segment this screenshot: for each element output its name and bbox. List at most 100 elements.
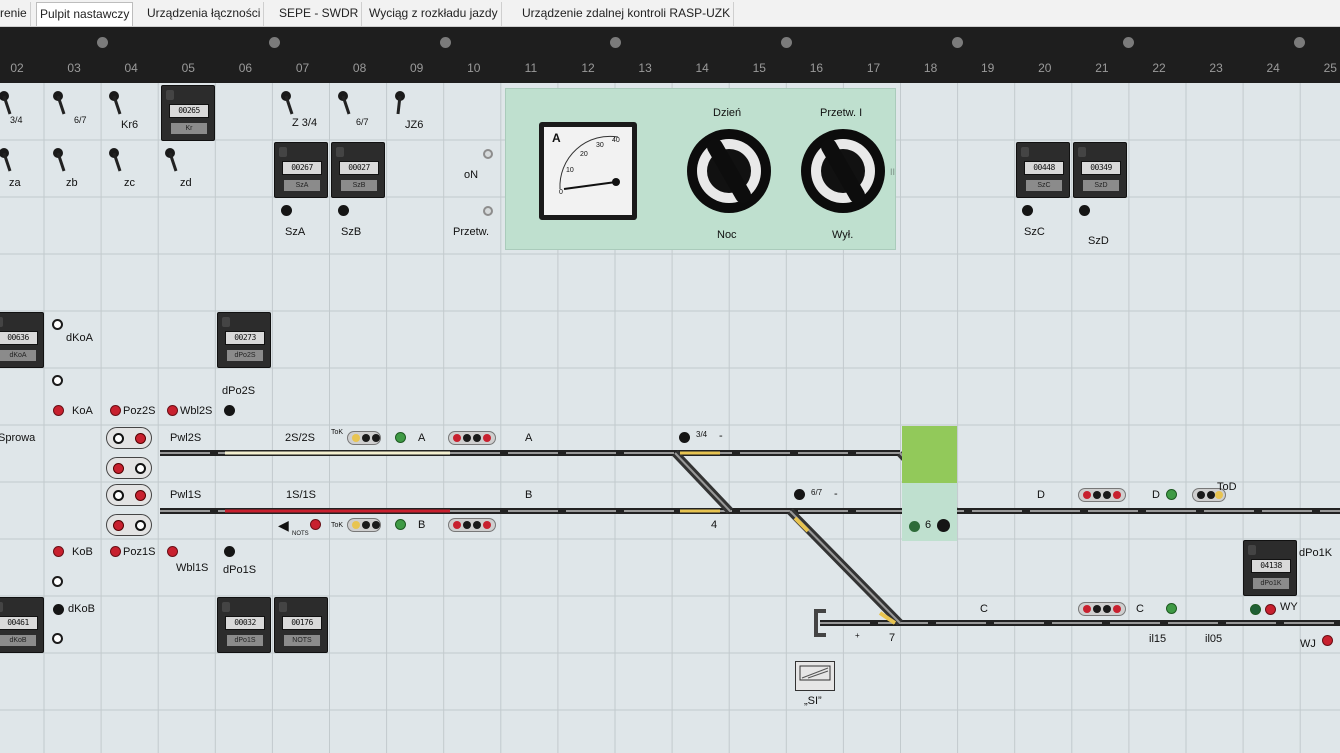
wy-red-indicator — [1265, 604, 1276, 615]
tab-pulpit-nastawczy[interactable]: Pulpit nastawczy — [36, 2, 134, 26]
on-label: oN — [464, 169, 479, 181]
counter-nots[interactable]: 00176 NOTS — [274, 597, 328, 653]
counter-dpo1s[interactable]: 00032 dPo1S — [217, 597, 271, 653]
pwl1s-label: Pwl1S — [170, 489, 202, 501]
column-number: 03 — [67, 61, 81, 75]
counter-dkob[interactable]: 00461 dKoB — [0, 597, 44, 653]
column-number: 25 — [1323, 61, 1337, 75]
lever-label: zc — [124, 177, 135, 189]
counter-kr[interactable]: 00265 Kr — [161, 85, 215, 141]
kob-indicator — [53, 546, 64, 557]
dpo1s-indicator — [224, 546, 235, 557]
sw67-indicator — [794, 489, 805, 500]
signal-2s[interactable] — [347, 431, 381, 445]
dkoa-label: dKoA — [66, 332, 93, 344]
signal-c[interactable] — [1078, 602, 1126, 616]
signal-d[interactable] — [1078, 488, 1126, 502]
dkoa-indicator — [52, 375, 63, 386]
wbl1s-indicator — [167, 546, 178, 557]
przetw-knob[interactable] — [801, 129, 885, 213]
column-number: 19 — [981, 61, 995, 75]
track-b-label: B — [525, 489, 533, 501]
przetw-label: Przetw. — [453, 226, 490, 238]
column-number: 21 — [1095, 61, 1109, 75]
knob1-top-label: Dzień — [713, 107, 742, 119]
szc-indicator — [1022, 205, 1033, 216]
sw34-sign: - — [719, 430, 723, 442]
rail-dot — [952, 37, 963, 48]
tab-sepe-swdr[interactable]: SEPE - SWDR — [276, 2, 363, 26]
seven-label: 7 — [889, 632, 896, 644]
si-button[interactable] — [795, 661, 835, 691]
lever-label: Z 3/4 — [292, 117, 318, 129]
counter-dpo1k[interactable]: 04138 dPo1K — [1243, 540, 1297, 596]
koa-label: KoA — [72, 405, 93, 417]
column-number: 05 — [181, 61, 195, 75]
day-night-knob[interactable] — [687, 129, 771, 213]
triangle-icon[interactable]: ◀ — [278, 517, 289, 534]
sw34-label: 3/4 — [696, 430, 708, 439]
wj-indicator — [1322, 635, 1333, 646]
lever-za[interactable] — [0, 145, 22, 175]
signal-b[interactable] — [448, 518, 496, 532]
dpo1s-label: dPo1S — [223, 564, 257, 576]
tab-urzadzenie[interactable]: renie — [0, 2, 31, 26]
tok1-label: ToK — [331, 429, 344, 436]
rail-dot — [781, 37, 792, 48]
route-button-1s-a[interactable] — [106, 484, 152, 506]
counter-szd[interactable]: 00349 SzD — [1073, 142, 1127, 198]
knob2-top-label: Przetw. I — [820, 107, 863, 119]
sig-b-indicator — [395, 519, 406, 530]
column-number: 11 — [524, 61, 538, 75]
counter-dkoa[interactable]: 00636 dKoA — [0, 312, 44, 368]
control-panel: A 0 10 20 30 40 Dzień Noc Przetw. I Wył.… — [505, 88, 896, 250]
column-number: 07 — [295, 61, 310, 75]
counter-szb[interactable]: 00027 SzB — [331, 142, 385, 198]
sig-d-label: D — [1152, 489, 1160, 501]
lever-3-4[interactable] — [0, 88, 22, 118]
lever-label: za — [9, 177, 21, 189]
ammeter: A 0 10 20 30 40 — [539, 122, 637, 220]
lever-z-3-4[interactable] — [280, 88, 302, 118]
lever-jz6[interactable] — [394, 88, 416, 118]
szd-label: SzD — [1088, 235, 1109, 247]
lever-zc[interactable] — [108, 145, 130, 175]
dkoa-top-indicator — [52, 319, 63, 330]
tab-urzadzenia-lacznosci[interactable]: Urządzenia łączności — [144, 2, 265, 26]
lever-zb[interactable] — [52, 145, 74, 175]
counter-szc[interactable]: 00448 SzC — [1016, 142, 1070, 198]
column-number: 14 — [695, 61, 709, 75]
lever-6-7b[interactable] — [337, 88, 359, 118]
dkob-bottom-indicator — [52, 633, 63, 644]
lever-zd[interactable] — [164, 145, 186, 175]
dpo2s-indicator — [224, 405, 235, 416]
szc-label: SzC — [1024, 226, 1045, 238]
tab-wyciag[interactable]: Wyciąg z rozkładu jazdy — [366, 2, 502, 26]
route-button-2s-a[interactable] — [106, 427, 152, 449]
lever-6-7[interactable] — [52, 88, 74, 118]
ammeter-scale-0: 0 — [559, 189, 563, 196]
track-2s-label: 2S/2S — [285, 432, 315, 444]
tab-rasp-uzk[interactable]: Urządzenie zdalnej kontroli RASP-UZK — [519, 2, 735, 26]
szb-label: SzB — [341, 226, 362, 238]
signal-a[interactable] — [448, 431, 496, 445]
column-number: 17 — [866, 61, 881, 75]
si-label: „SI” — [804, 695, 822, 707]
signal-1s[interactable] — [347, 518, 381, 532]
column-number: 06 — [238, 61, 253, 75]
koa-indicator — [53, 405, 64, 416]
column-number: 24 — [1266, 61, 1280, 75]
counter-dpo2s[interactable]: 00273 dPo2S — [217, 312, 271, 368]
sig-a-indicator — [395, 432, 406, 443]
track-1s-label: 1S/1S — [286, 489, 316, 501]
route-button-1s-b[interactable] — [106, 514, 152, 536]
column-number: 04 — [124, 61, 138, 75]
route-button-2s-b[interactable] — [106, 457, 152, 479]
counter-sza[interactable]: 00267 SzA — [274, 142, 328, 198]
szb-indicator — [338, 205, 349, 216]
column-number: 13 — [638, 61, 652, 75]
knob2-bottom-label: Wył. — [832, 229, 854, 241]
six-green-indicator — [909, 521, 920, 532]
sig-b-label: B — [418, 519, 426, 531]
lever-kr6[interactable] — [108, 88, 130, 118]
